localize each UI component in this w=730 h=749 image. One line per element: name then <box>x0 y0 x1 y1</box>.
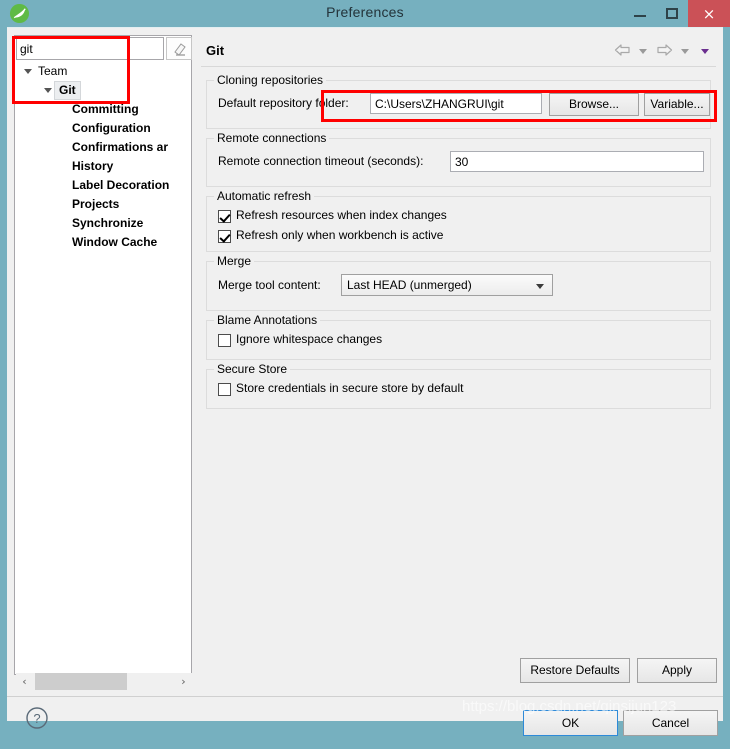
scroll-left-button[interactable]: ‹ <box>16 673 33 690</box>
group-merge: Merge Merge tool content: Last HEAD (unm… <box>206 254 711 311</box>
tree-item-synchronize[interactable]: Synchronize <box>16 214 192 233</box>
group-merge-legend: Merge <box>214 254 255 268</box>
restore-defaults-button[interactable]: Restore Defaults <box>520 658 630 683</box>
preferences-dialog: Team Git Committing Configuration Confirmati… <box>7 27 723 736</box>
page-navigation-toolbar <box>614 43 714 61</box>
watermark: https://blog.csdn.net/qinsijun123 <box>462 698 677 715</box>
checkbox-icon[interactable] <box>218 230 231 243</box>
group-remote-connections: Remote connections Remote connection tim… <box>206 131 711 187</box>
maximize-icon <box>666 8 678 19</box>
preferences-window: Preferences × Team Git Committing <box>0 0 730 736</box>
tree-item-label-decoration[interactable]: Label Decoration <box>16 176 192 195</box>
group-cloning-repositories: Cloning repositories Default repository … <box>206 73 711 129</box>
checkbox-icon[interactable] <box>218 334 231 347</box>
tree-item-window-cache[interactable]: Window Cache <box>16 233 192 252</box>
minimize-icon <box>634 15 646 17</box>
variable-button[interactable]: Variable... <box>644 93 710 116</box>
checkbox-icon[interactable] <box>218 210 231 223</box>
merge-tool-content-select[interactable]: Last HEAD (unmerged) <box>341 274 553 296</box>
group-remote-legend: Remote connections <box>214 131 330 145</box>
default-repository-folder-label: Default repository folder: <box>218 96 349 110</box>
tree-item-label: Synchronize <box>72 216 144 230</box>
group-automatic-refresh: Automatic refresh Refresh resources when… <box>206 189 711 252</box>
search-input[interactable] <box>16 37 164 60</box>
tree-item-committing[interactable]: Committing <box>16 100 192 119</box>
tree-item-label: Window Cache <box>72 235 158 249</box>
page-button-row: Restore Defaults Apply <box>201 658 717 688</box>
remote-connection-timeout-input[interactable] <box>450 151 704 172</box>
tree-item-label: Git <box>54 81 81 100</box>
tree-item-confirmations-ar[interactable]: Confirmations ar <box>16 138 192 157</box>
group-cloning-legend: Cloning repositories <box>214 73 327 87</box>
browse-button[interactable]: Browse... <box>549 93 639 116</box>
view-menu-chevron-down-filled-icon[interactable] <box>701 49 709 54</box>
help-circle-icon[interactable]: ? <box>25 706 49 730</box>
tree-item-label: Committing <box>72 102 139 116</box>
checkbox-icon[interactable] <box>218 383 231 396</box>
clear-filter-button[interactable] <box>166 37 192 60</box>
checkbox-label: Store credentials in secure store by def… <box>236 381 464 395</box>
scrollbar-thumb[interactable] <box>35 673 127 690</box>
navigation-pane: Team Git Committing Configuration Confirmati… <box>14 35 192 690</box>
tree-item-history[interactable]: History <box>16 157 192 176</box>
minimize-button[interactable] <box>624 0 656 27</box>
maximize-button[interactable] <box>656 0 688 27</box>
arrow-left-icon[interactable] <box>614 43 631 62</box>
merge-tool-content-value: Last HEAD (unmerged) <box>347 278 472 292</box>
tree-item-git[interactable]: Git <box>16 81 192 100</box>
tree-item-configuration[interactable]: Configuration <box>16 119 192 138</box>
eraser-icon <box>174 43 186 56</box>
tree-item-projects[interactable]: Projects <box>16 195 192 214</box>
close-icon: × <box>702 5 716 23</box>
forward-history-chevron-down-icon[interactable] <box>680 49 689 54</box>
default-repository-folder-input[interactable] <box>370 93 542 114</box>
checkbox-label: Ignore whitespace changes <box>236 332 383 346</box>
tree-item-team[interactable]: Team <box>16 62 192 81</box>
group-secure-legend: Secure Store <box>214 362 291 376</box>
tree-item-label: Label Decoration <box>72 178 170 192</box>
group-refresh-legend: Automatic refresh <box>214 189 315 203</box>
title-separator <box>201 66 716 67</box>
tree-item-label: Projects <box>72 197 120 211</box>
group-blame-legend: Blame Annotations <box>214 313 321 327</box>
preference-page: Git Cloning repositories Default reposit… <box>201 35 716 649</box>
close-button[interactable]: × <box>688 0 730 27</box>
merge-tool-content-label: Merge tool content: <box>218 278 321 292</box>
checkbox-label: Refresh resources when index changes <box>236 208 447 222</box>
group-blame-annotations: Blame Annotations Ignore whitespace chan… <box>206 313 711 360</box>
tree-item-label: History <box>72 159 114 173</box>
remote-connection-timeout-label: Remote connection timeout (seconds): <box>218 154 424 168</box>
filter-row <box>16 37 192 60</box>
window-title: Preferences <box>326 4 404 20</box>
chevron-down-icon[interactable] <box>24 69 32 74</box>
preference-tree[interactable]: Team Git Committing Configuration Confirmati… <box>16 62 192 672</box>
scroll-right-button[interactable]: › <box>175 673 192 690</box>
back-history-chevron-down-icon[interactable] <box>638 49 647 54</box>
tree-item-label: Configuration <box>72 121 151 135</box>
chevron-down-icon[interactable] <box>44 88 52 93</box>
tree-item-label: Confirmations ar <box>72 140 169 154</box>
tree-item-label: Team <box>38 64 68 78</box>
chevron-down-icon <box>536 284 544 289</box>
tree-horizontal-scrollbar[interactable]: ‹ › <box>16 673 192 690</box>
svg-text:?: ? <box>33 711 40 726</box>
group-secure-store: Secure Store Store credentials in secure… <box>206 362 711 409</box>
checkbox-label: Refresh only when workbench is active <box>236 228 444 242</box>
apply-button[interactable]: Apply <box>637 658 717 683</box>
arrow-right-icon[interactable] <box>656 43 673 62</box>
title-bar: Preferences × <box>0 0 730 27</box>
page-title: Git <box>206 43 225 58</box>
